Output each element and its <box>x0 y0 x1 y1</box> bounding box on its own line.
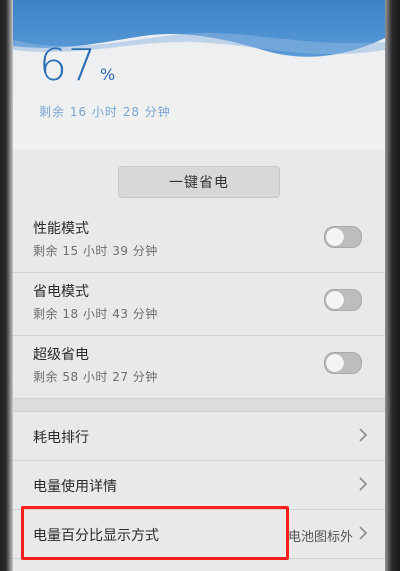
battery-remaining-time: 剩余 16 小时 28 分钟 <box>39 105 171 119</box>
row-label: 电量百分比显示方式 <box>33 528 159 544</box>
performance-mode-toggle[interactable] <box>324 226 362 248</box>
chevron-right-icon <box>359 526 368 540</box>
one-key-power-save-button[interactable]: 一键省电 <box>118 166 280 198</box>
row-label: 耗电排行 <box>33 430 89 446</box>
battery-settings-screen: 67 % 剩余 16 小时 28 分钟 一键省电 性能模式 剩余 15 小时 3… <box>13 0 385 571</box>
section-divider <box>13 399 385 412</box>
chevron-right-icon <box>359 477 368 491</box>
phone-frame: 67 % 剩余 16 小时 28 分钟 一键省电 性能模式 剩余 15 小时 3… <box>0 0 400 571</box>
toggle-knob <box>326 291 344 309</box>
settings-list: 性能模式 剩余 15 小时 39 分钟 省电模式 剩余 18 小时 43 分钟 … <box>13 210 385 559</box>
row-power-consumption-ranking[interactable]: 耗电排行 <box>13 412 385 461</box>
mode-remaining: 剩余 18 小时 43 分钟 <box>33 307 158 321</box>
row-battery-percentage-display[interactable]: 电量百分比显示方式 电池图标外 <box>13 510 385 559</box>
row-label: 电量使用详情 <box>33 479 117 495</box>
mode-title: 省电模式 <box>33 284 89 300</box>
row-value: 电池图标外 <box>287 530 353 545</box>
battery-header: 67 % 剩余 16 小时 28 分钟 <box>13 0 385 150</box>
mode-power-saving[interactable]: 省电模式 剩余 18 小时 43 分钟 <box>13 273 385 336</box>
mode-ultra-power-saving[interactable]: 超级省电 剩余 58 小时 27 分钟 <box>13 336 385 399</box>
mode-remaining: 剩余 15 小时 39 分钟 <box>33 244 158 258</box>
toggle-knob <box>326 354 344 372</box>
row-power-usage-details[interactable]: 电量使用详情 <box>13 461 385 510</box>
mode-remaining: 剩余 58 小时 27 分钟 <box>33 370 158 384</box>
mode-title: 超级省电 <box>33 347 89 363</box>
mode-performance[interactable]: 性能模式 剩余 15 小时 39 分钟 <box>13 210 385 273</box>
battery-percent-unit: % <box>100 65 116 84</box>
chevron-right-icon <box>359 428 368 442</box>
mode-title: 性能模式 <box>33 221 89 237</box>
power-saving-mode-toggle[interactable] <box>324 289 362 311</box>
ultra-power-saving-toggle[interactable] <box>324 352 362 374</box>
battery-percent-value: 67 <box>39 40 97 91</box>
toggle-knob <box>326 228 344 246</box>
battery-percentage: 67 % <box>39 44 115 88</box>
